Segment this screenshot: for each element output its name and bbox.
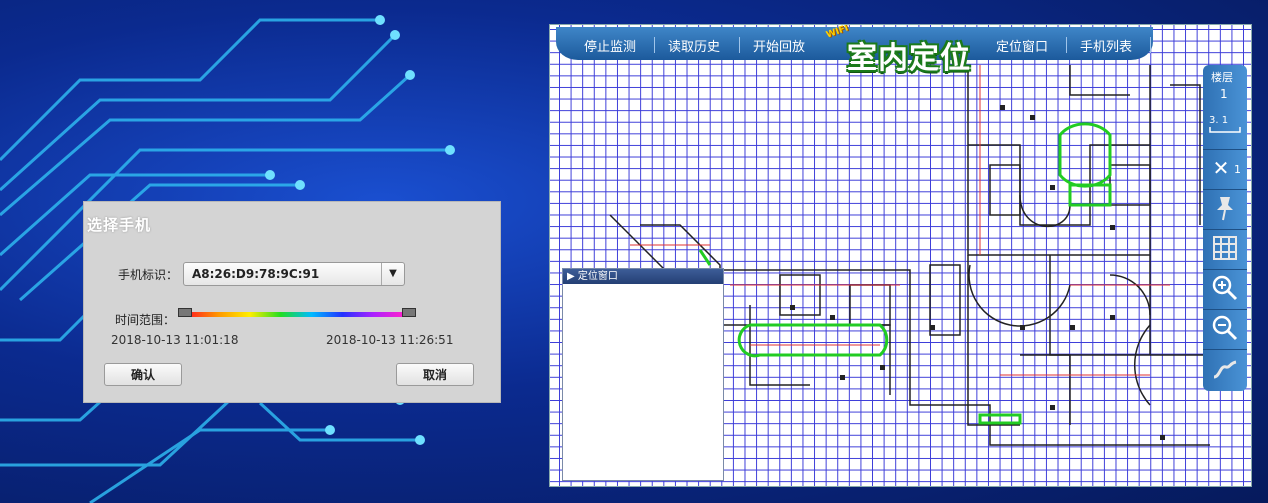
time-end-text: 2018-10-13 11:26:51 (326, 333, 454, 347)
toolbar-divider (1203, 229, 1247, 230)
app-logo: WIFI 室内定位 (825, 25, 984, 76)
slider-end-handle[interactable] (402, 308, 416, 317)
cancel-button[interactable]: 取消 (396, 363, 474, 386)
logo-title: 室内定位 (847, 41, 971, 76)
nav-divider (654, 37, 655, 53)
zoom-out-icon[interactable] (1207, 311, 1243, 345)
floor-value[interactable]: 1 (1220, 87, 1228, 101)
grid-icon[interactable] (1207, 231, 1243, 265)
nav-divider (1150, 37, 1151, 53)
floor-label: 楼层 (1211, 71, 1233, 84)
close-count: 1 (1234, 163, 1241, 176)
zoom-in-icon[interactable] (1207, 271, 1243, 305)
time-range-slider[interactable] (178, 308, 416, 317)
locate-window-title[interactable]: ▶ 定位窗口 (563, 269, 723, 284)
toolbar-divider (1203, 309, 1247, 310)
phone-id-label: 手机标识： (118, 268, 179, 282)
confirm-button[interactable]: 确认 (104, 363, 182, 386)
toolbar-divider (1203, 189, 1247, 190)
nav-phone-list[interactable]: 手机列表 (1080, 36, 1132, 55)
toolbar-divider (1203, 269, 1247, 270)
nav-divider (1066, 37, 1067, 53)
dropdown-arrow-icon[interactable]: ▼ (381, 263, 404, 285)
time-start-text: 2018-10-13 11:01:18 (111, 333, 239, 347)
map-toolbar: 楼层 1 3. 1 ✕ 1 (1203, 65, 1247, 391)
scale-indicator: 3. 1 (1209, 115, 1229, 126)
toolbar-divider (1203, 349, 1247, 350)
toolbar-divider (1203, 149, 1247, 150)
phone-id-select[interactable]: A8:26:D9:78:9C:91 ▼ (183, 262, 405, 286)
nav-start-playback[interactable]: 开始回放 (753, 36, 805, 55)
select-phone-dialog: 选择手机 手机标识： A8:26:D9:78:9C:91 ▼ 时间范围： 201… (83, 201, 501, 403)
phone-id-value: A8:26:D9:78:9C:91 (192, 267, 320, 281)
slider-start-handle[interactable] (178, 308, 192, 317)
locate-window[interactable]: ▶ 定位窗口 (562, 268, 724, 481)
nav-divider (739, 37, 740, 53)
nav-locate-window[interactable]: 定位窗口 (996, 36, 1048, 55)
scale-bar-icon (1209, 127, 1241, 133)
path-icon[interactable] (1207, 353, 1243, 387)
top-nav-bar: 停止监测 读取历史 开始回放 WIFI 室内定位 定位窗口 手机列表 (556, 25, 1153, 76)
time-range-label: 时间范围： (115, 313, 176, 327)
dialog-title: 选择手机 (87, 216, 152, 234)
nav-stop-monitor[interactable]: 停止监测 (584, 36, 636, 55)
nav-read-history[interactable]: 读取历史 (668, 36, 720, 55)
indoor-map-panel[interactable]: 停止监测 读取历史 开始回放 WIFI 室内定位 定位窗口 手机列表 ▶ 定位窗… (549, 24, 1252, 487)
pin-icon[interactable] (1207, 191, 1243, 225)
